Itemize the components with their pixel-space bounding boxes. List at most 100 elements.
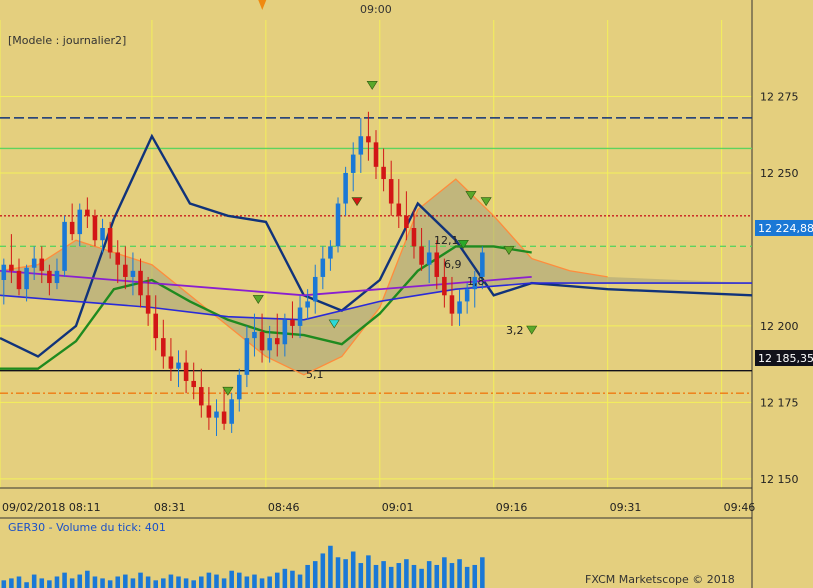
- volume-bar-50: [381, 561, 386, 588]
- volume-bar-6: [47, 580, 52, 588]
- volume-bar-0: [1, 580, 7, 588]
- annotation-4: 3,2: [506, 324, 524, 337]
- candle-body-36: [274, 338, 280, 345]
- candle-body-54: [411, 228, 417, 247]
- volume-bar-1: [9, 578, 14, 588]
- volume-bar-54: [411, 564, 417, 588]
- volume-bar-57: [434, 564, 440, 588]
- candle-body-53: [404, 215, 409, 228]
- candle-body-26: [199, 387, 204, 406]
- current-price-label: 12 224,88: [758, 222, 813, 235]
- volume-bar-12: [92, 576, 98, 588]
- candle-body-1: [9, 264, 14, 271]
- x-tick-label-0: 09/02/2018 08:11: [2, 501, 101, 514]
- volume-bar-40: [305, 564, 310, 588]
- candle-body-30: [229, 399, 234, 424]
- volume-bar-11: [85, 570, 90, 588]
- volume-bar-55: [419, 568, 424, 588]
- x-tick-label-1: 08:31: [154, 501, 186, 514]
- candle-body-40: [305, 301, 310, 308]
- candle-body-56: [426, 252, 432, 265]
- y-tick-label-1: 12 250: [760, 167, 799, 180]
- candle-body-45: [343, 172, 348, 204]
- volume-bar-58: [442, 557, 447, 588]
- volume-bar-10: [77, 574, 83, 588]
- candle-body-15: [115, 252, 121, 265]
- annotation-2: 6,9: [444, 258, 462, 271]
- volume-bar-49: [373, 564, 379, 588]
- candle-body-4: [31, 258, 37, 268]
- candle-body-57: [434, 252, 440, 277]
- candle-body-10: [77, 209, 83, 235]
- x-tick-label-4: 09:16: [496, 501, 528, 514]
- candle-body-16: [123, 264, 128, 277]
- volume-bar-22: [168, 574, 174, 588]
- candle-body-50: [381, 166, 386, 180]
- candle-body-41: [312, 276, 318, 302]
- candle-body-48: [366, 136, 371, 143]
- volume-bar-14: [107, 580, 113, 588]
- volume-bar-5: [39, 578, 45, 588]
- candle-body-21: [161, 338, 166, 357]
- volume-bar-36: [274, 572, 280, 588]
- volume-bar-16: [123, 574, 128, 588]
- volume-bar-45: [343, 559, 348, 588]
- candle-body-46: [350, 154, 356, 173]
- candle-body-31: [236, 374, 242, 400]
- y-tick-label-3: 12 175: [760, 396, 799, 409]
- volume-bar-62: [472, 564, 478, 588]
- candle-body-58: [442, 276, 447, 296]
- candle-body-14: [107, 228, 113, 253]
- candle-body-39: [297, 307, 303, 326]
- copyright: FXCM Marketscope © 2018: [585, 573, 735, 586]
- panel-title: [Modele : journalier2]: [8, 34, 126, 47]
- candle-body-43: [328, 246, 333, 259]
- candle-body-28: [214, 411, 219, 418]
- x-tick-label-2: 08:46: [268, 501, 300, 514]
- volume-bar-17: [130, 578, 136, 588]
- candle-body-19: [145, 295, 151, 314]
- candle-body-0: [1, 264, 7, 280]
- volume-bar-8: [62, 572, 67, 588]
- volume-bar-63: [480, 557, 485, 588]
- volume-bar-61: [464, 566, 470, 588]
- x-tick-label-3: 09:01: [382, 501, 414, 514]
- annotation-1: 12,1: [434, 234, 459, 247]
- volume-bar-9: [69, 578, 75, 588]
- candle-body-59: [449, 295, 455, 314]
- candle-body-3: [24, 267, 29, 290]
- volume-bar-51: [388, 566, 394, 588]
- candle-body-49: [373, 142, 379, 167]
- volume-bar-30: [229, 570, 234, 588]
- level-price-label: 12 185,35: [758, 352, 813, 365]
- volume-bar-43: [328, 545, 333, 588]
- volume-bar-13: [100, 578, 105, 588]
- volume-panel-title: GER30 - Volume du tick: 401: [8, 521, 166, 534]
- volume-bar-7: [54, 576, 60, 588]
- candle-body-6: [47, 270, 52, 284]
- volume-bar-31: [236, 572, 242, 588]
- candle-body-63: [480, 252, 485, 277]
- volume-bar-19: [145, 576, 151, 588]
- candle-body-35: [267, 338, 272, 351]
- volume-bar-56: [426, 561, 432, 588]
- candle-body-12: [92, 215, 98, 241]
- volume-bar-53: [404, 559, 409, 588]
- volume-bar-34: [259, 578, 265, 588]
- candle-body-51: [388, 179, 394, 204]
- volume-bar-15: [115, 576, 121, 588]
- candle-body-52: [396, 203, 402, 216]
- time-marker-label: 09:00: [360, 3, 392, 16]
- candle-body-55: [419, 246, 424, 265]
- candle-body-11: [85, 209, 90, 216]
- volume-bar-25: [191, 580, 196, 588]
- volume-bar-42: [320, 553, 326, 588]
- candle-body-13: [100, 228, 105, 241]
- candle-body-27: [206, 405, 212, 418]
- volume-bar-26: [199, 576, 204, 588]
- trading-chart: 12 275 12 250 12 200 12 175 12 150 09/02/2018…: [0, 0, 813, 588]
- candle-body-37: [282, 319, 288, 345]
- candle-body-9: [69, 221, 75, 235]
- y-tick-label-0: 12 275: [760, 90, 799, 103]
- annotation-3: 1,8: [467, 275, 485, 288]
